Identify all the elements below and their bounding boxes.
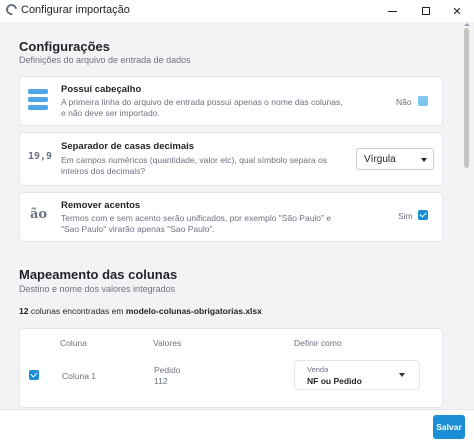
minimize-icon	[387, 10, 397, 12]
header-row-title: Possui cabeçalho	[61, 84, 142, 95]
close-icon: ✕	[452, 5, 462, 18]
spinner-c-icon	[3, 1, 20, 18]
title-bar: Configurar importação ✕	[0, 0, 474, 22]
remove-accents-toggle-label: Sim	[398, 211, 413, 221]
row-value-2: 112	[154, 376, 168, 386]
decimal-separator-value: Vírgula	[364, 154, 396, 165]
vertical-scrollbar[interactable]	[464, 23, 470, 414]
mapping-subtitle: Destino e nome dos valores integrados	[19, 284, 176, 294]
header-row-description: A primeira linha do arquivo de entrada p…	[61, 97, 343, 118]
column-count: 12	[19, 306, 29, 316]
define-as-select[interactable]: Venda NF ou Pedido	[294, 360, 420, 390]
decimal-separator-description: Em campos numéricos (quantidade, valor e…	[61, 155, 327, 176]
remove-accents-checkbox[interactable]	[418, 210, 428, 220]
caret-down-icon	[399, 373, 405, 377]
define-as-value: NF ou Pedido	[307, 376, 362, 386]
column-header-valores: Valores	[153, 338, 182, 348]
window-title: Configurar importação	[21, 4, 130, 16]
decimal-separator-select[interactable]: Vírgula	[356, 148, 434, 170]
maximize-button[interactable]	[409, 0, 443, 22]
close-button[interactable]: ✕	[440, 0, 474, 22]
minimize-button[interactable]	[375, 0, 409, 22]
decimal-separator-title: Separador de casas decimais	[61, 141, 195, 152]
settings-subtitle: Definições do arquivo de entrada de dado…	[19, 55, 191, 65]
column-count-text: colunas encontradas em	[30, 306, 124, 316]
header-row-checkbox[interactable]	[418, 96, 428, 106]
column-count-line: 12 colunas encontradas em modelo-colunas…	[19, 306, 262, 316]
header-row-toggle-label: Não	[396, 97, 412, 107]
table-rows-icon	[28, 89, 48, 110]
row-select-checkbox[interactable]	[29, 370, 39, 380]
column-header-definir: Definir como	[294, 338, 342, 348]
source-filename: modelo-colunas-obrigatorias.xlsx	[125, 306, 262, 316]
define-as-category: Venda	[307, 365, 329, 374]
chevron-down-icon	[421, 158, 427, 162]
accent-icon: ão	[30, 207, 48, 222]
scroll-up-icon[interactable]	[464, 23, 470, 26]
save-button[interactable]: Salvar	[433, 415, 465, 439]
row-value-1: Pedido	[154, 365, 181, 375]
column-header-coluna: Coluna	[60, 338, 87, 348]
dialog-footer	[0, 409, 474, 445]
mapping-title: Mapeamento das colunas	[19, 267, 178, 282]
remove-accents-title: Remover acentos	[61, 200, 141, 211]
scrollbar-thumb[interactable]	[464, 28, 469, 168]
maximize-icon	[422, 7, 430, 15]
settings-title: Configurações	[19, 39, 111, 54]
remove-accents-description: Termos com e sem acento serão unificados…	[61, 213, 332, 234]
row-column-name: Coluna 1	[62, 371, 97, 381]
decimal-number-icon: 19,9	[28, 151, 53, 162]
